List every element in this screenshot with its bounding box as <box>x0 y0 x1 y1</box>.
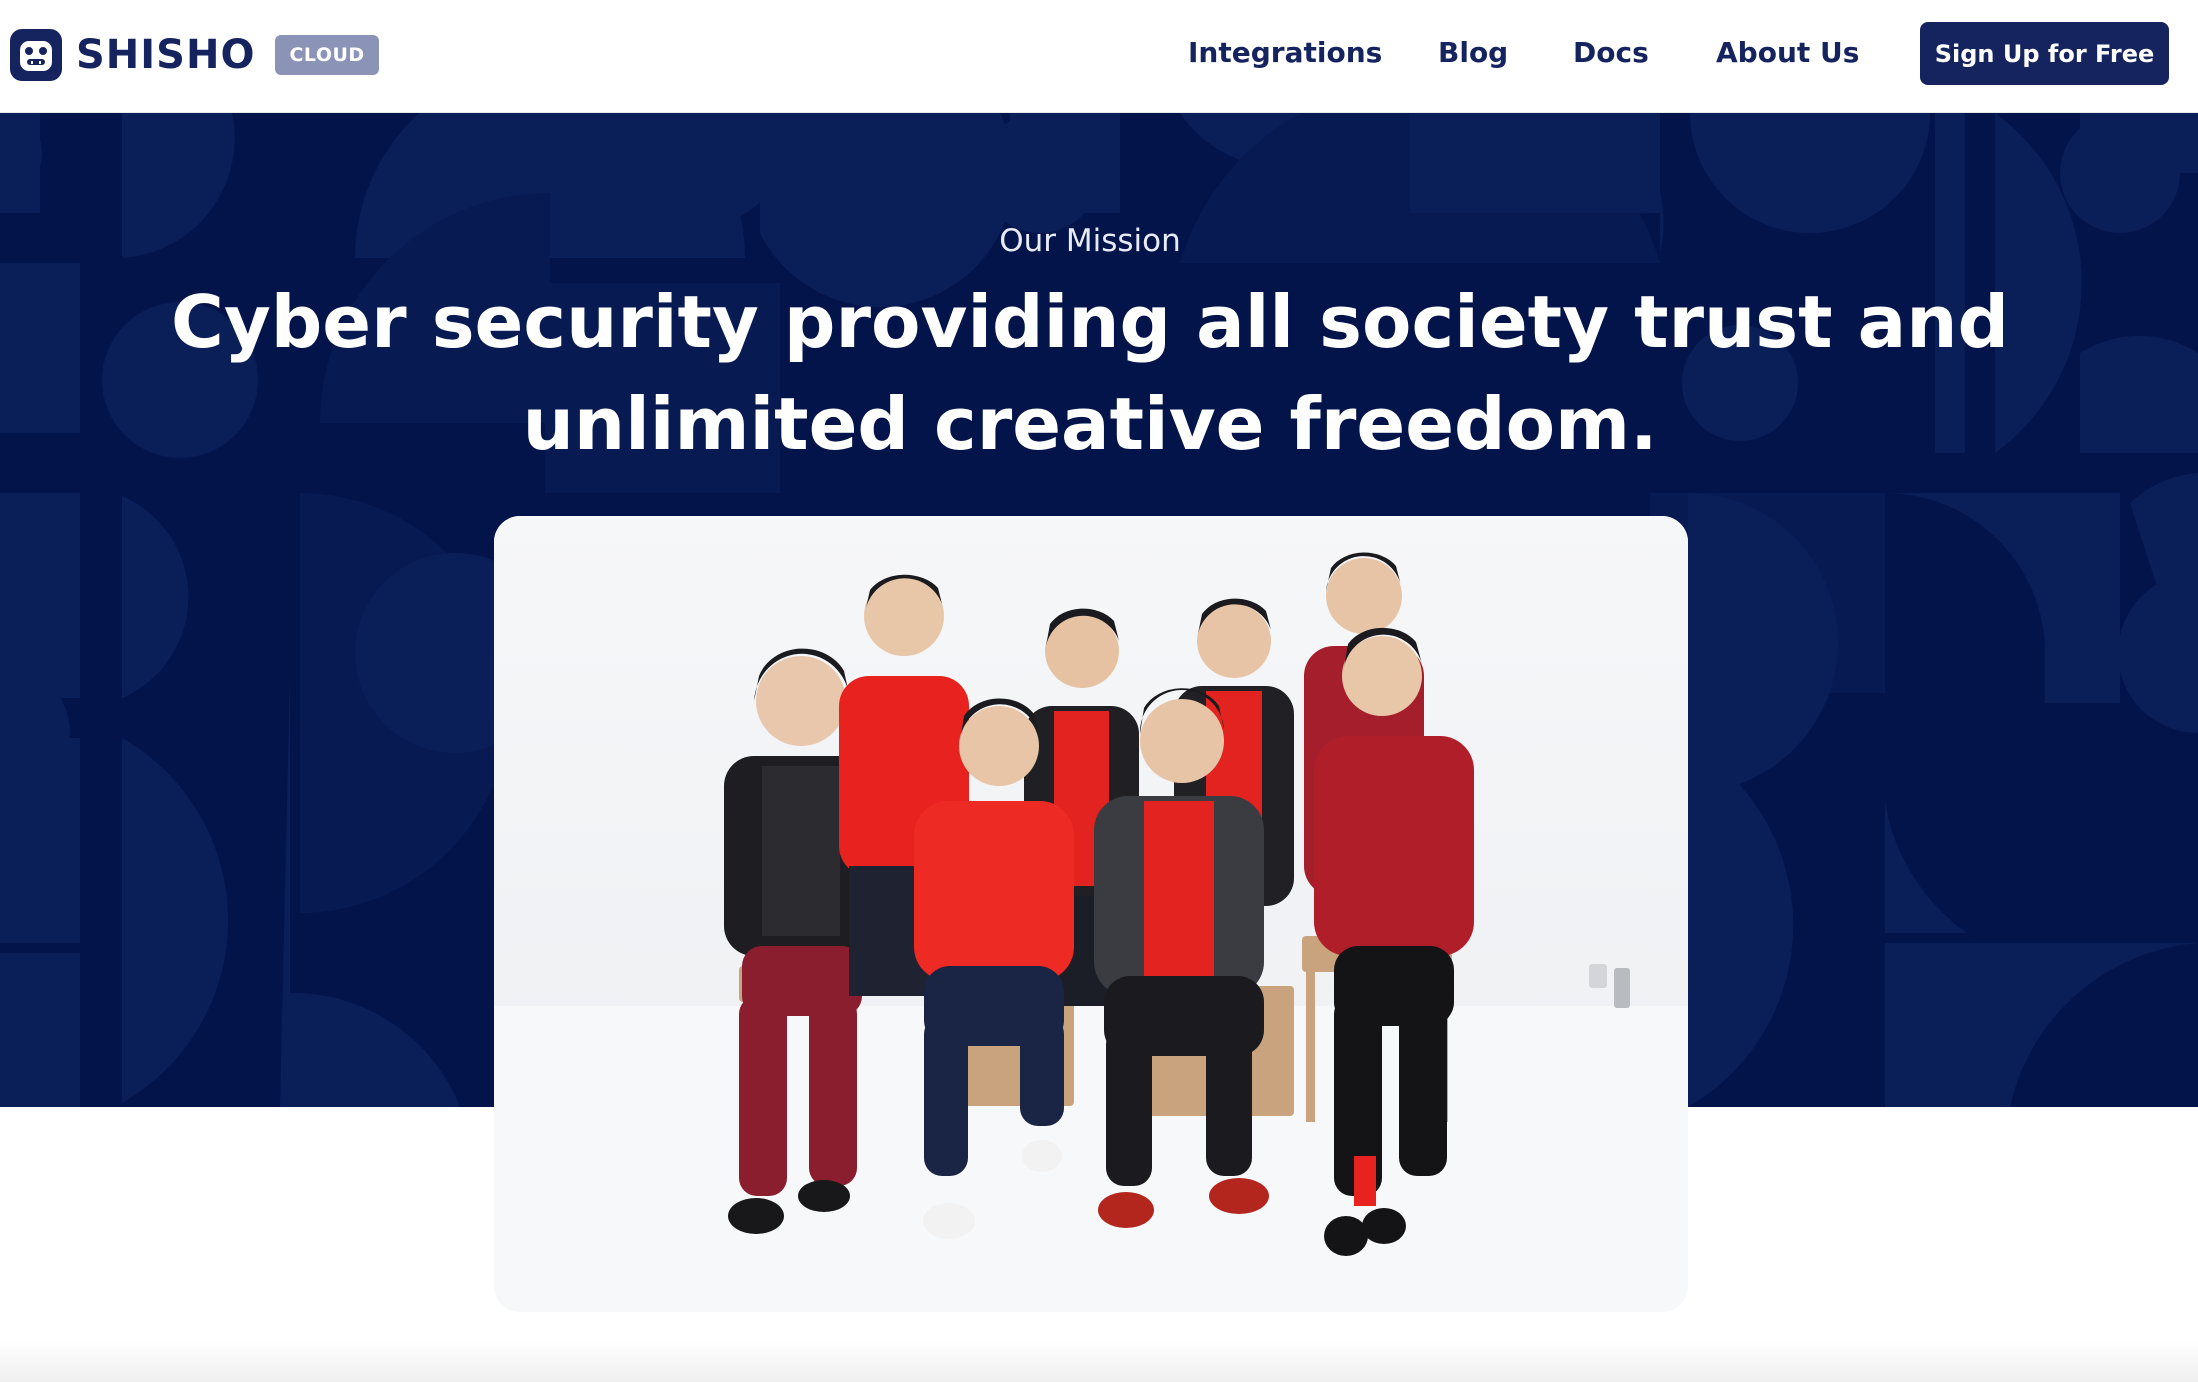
nav-link-integrations[interactable]: Integrations <box>1188 36 1382 69</box>
cloud-badge: CLOUD <box>275 35 379 75</box>
sign-up-button[interactable]: Sign Up for Free <box>1920 22 2169 85</box>
site-header: SHISHO CLOUD Integrations Blog Docs Abou… <box>0 0 2198 113</box>
logo[interactable]: SHISHO CLOUD <box>10 28 379 82</box>
mission-headline: Cyber security providing all society tru… <box>150 271 2030 475</box>
nav-link-blog[interactable]: Blog <box>1438 36 1508 69</box>
nav-link-docs[interactable]: Docs <box>1573 36 1649 69</box>
team-photo <box>494 516 1688 1312</box>
mission-eyebrow: Our Mission <box>999 223 1181 259</box>
headline-line-2: unlimited creative freedom. <box>522 382 1658 466</box>
next-section-edge <box>0 1340 2198 1382</box>
shisho-mascot-icon <box>10 29 62 81</box>
brand-name: SHISHO <box>76 32 256 78</box>
nav-link-about-us[interactable]: About Us <box>1716 36 1859 69</box>
headline-line-1: Cyber security providing all society tru… <box>170 280 2009 364</box>
